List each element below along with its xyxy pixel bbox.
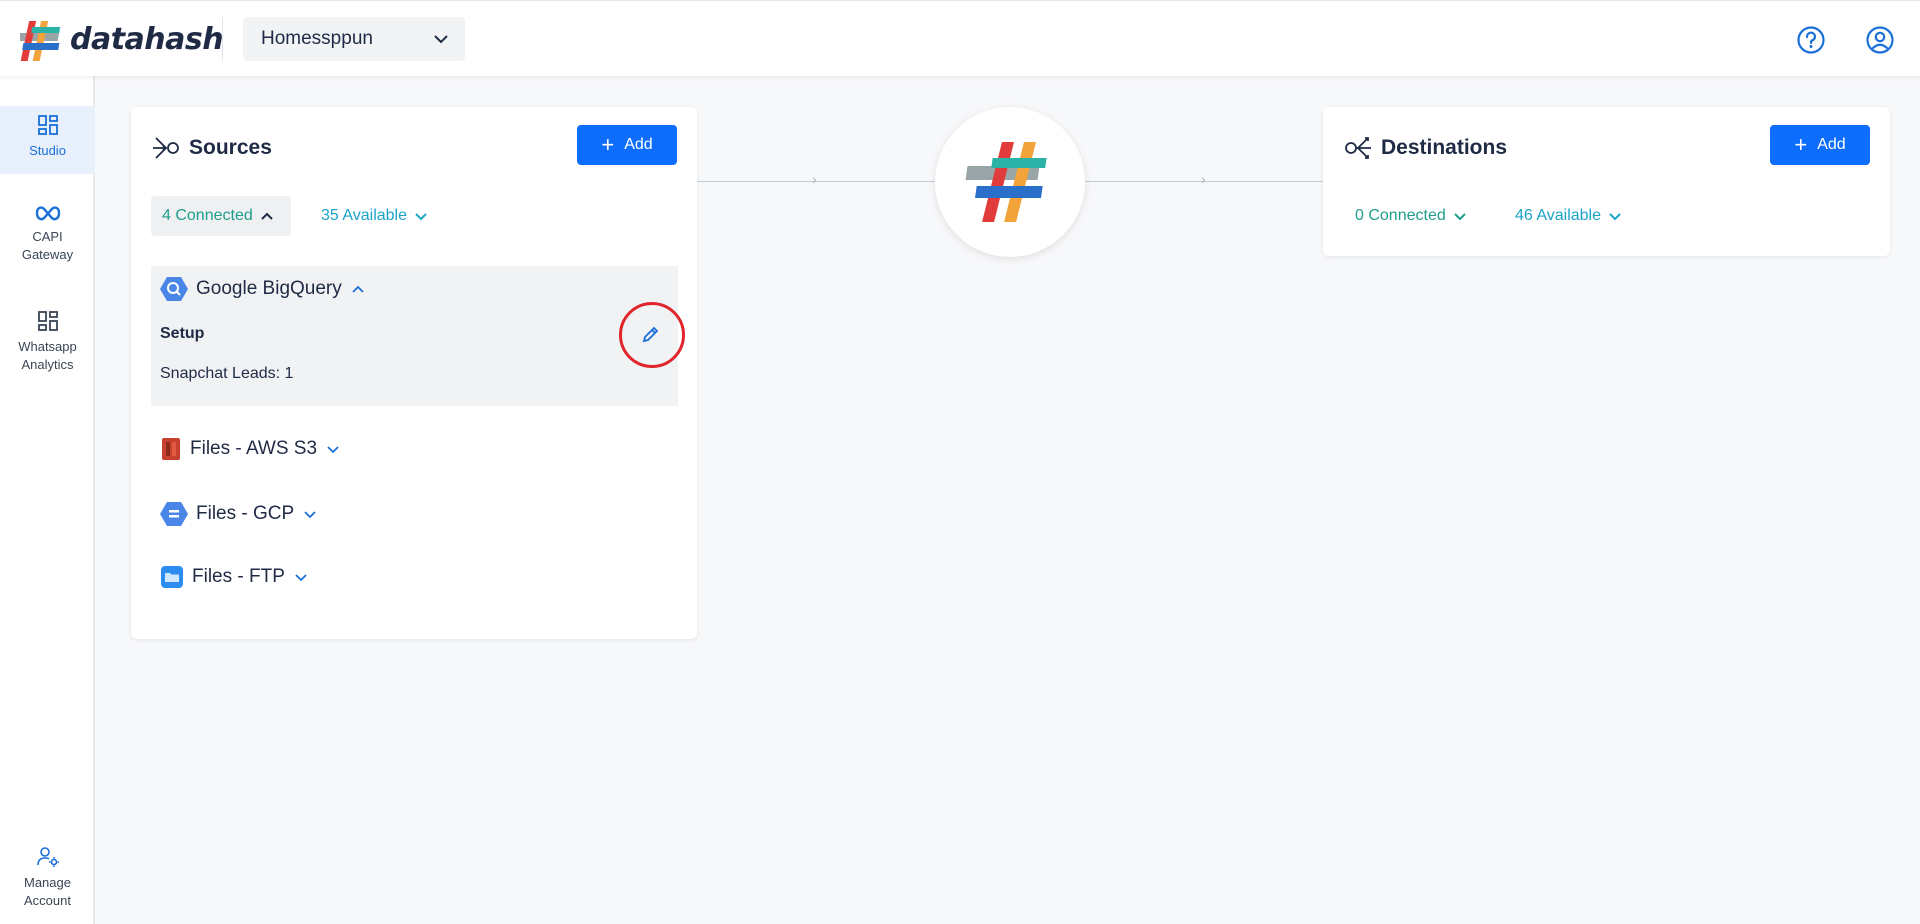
datahash-logo-icon bbox=[20, 21, 61, 61]
sources-header: Sources bbox=[151, 133, 272, 163]
dashboard-grid-icon bbox=[37, 115, 58, 135]
connected-count-label: 4 Connected bbox=[162, 207, 253, 224]
chevron-up-icon bbox=[352, 285, 364, 293]
available-count-label: 35 Available bbox=[321, 207, 407, 224]
available-count-label: 46 Available bbox=[1515, 207, 1601, 224]
setup-label: Setup bbox=[160, 325, 205, 342]
chevron-down-icon bbox=[1609, 213, 1621, 221]
destinations-title: Destinations bbox=[1381, 136, 1508, 159]
sources-merge-icon bbox=[153, 137, 179, 159]
add-destination-button[interactable]: + Add bbox=[1770, 125, 1870, 165]
sources-title: Sources bbox=[189, 136, 272, 159]
sidebar-item-label: CAPI Gateway bbox=[21, 229, 74, 262]
sidebar-item-label: Whatsapp Analytics bbox=[18, 339, 77, 372]
gcp-storage-icon bbox=[160, 502, 188, 526]
setup-detail: Snapchat Leads: 1 bbox=[160, 365, 294, 382]
meta-infinity-icon bbox=[35, 206, 60, 221]
source-item-files-aws-s3[interactable]: Files - AWS S3 bbox=[160, 436, 341, 462]
sources-connected-filter[interactable]: 4 Connected bbox=[151, 196, 291, 236]
chevron-down-icon bbox=[304, 511, 316, 519]
sidebar-item-capi-gateway[interactable]: CAPI Gateway bbox=[0, 204, 95, 264]
folder-icon bbox=[161, 566, 183, 588]
datahash-hash-icon bbox=[965, 142, 1047, 222]
sidebar-item-manage-account[interactable]: Manage Account bbox=[0, 846, 95, 910]
source-item-files-gcp[interactable]: Files - GCP bbox=[160, 500, 318, 528]
sidebar: Studio CAPI Gateway Whatsapp Analytics M… bbox=[0, 76, 95, 924]
header-divider bbox=[222, 17, 223, 61]
user-circle-icon[interactable] bbox=[1865, 25, 1895, 55]
chevron-right-icon: › bbox=[812, 171, 817, 187]
brand-name: datahash bbox=[70, 21, 224, 57]
sidebar-item-whatsapp-analytics[interactable]: Whatsapp Analytics bbox=[0, 310, 95, 374]
top-bar: datahash Homessppun bbox=[0, 0, 1920, 76]
source-item-google-bigquery[interactable]: Google BigQuery bbox=[160, 275, 366, 303]
pencil-icon bbox=[642, 326, 659, 343]
add-destination-label: Add bbox=[1817, 136, 1846, 153]
chevron-down-icon bbox=[415, 213, 427, 221]
workspace-name: Homessppun bbox=[261, 28, 373, 49]
source-name: Files - AWS S3 bbox=[190, 438, 318, 459]
edit-source-button[interactable] bbox=[636, 319, 666, 349]
source-name: Files - GCP bbox=[196, 503, 295, 524]
chevron-down-icon bbox=[327, 446, 339, 454]
source-name: Google BigQuery bbox=[196, 278, 342, 299]
sidebar-item-label: Manage Account bbox=[24, 875, 71, 908]
destinations-connected-filter[interactable]: 0 Connected bbox=[1355, 196, 1468, 236]
sidebar-item-studio[interactable]: Studio bbox=[0, 106, 95, 174]
bigquery-icon bbox=[160, 277, 188, 301]
aws-s3-icon bbox=[162, 438, 180, 460]
chevron-right-icon: › bbox=[1201, 171, 1206, 187]
destinations-available-filter[interactable]: 46 Available bbox=[1515, 196, 1623, 236]
help-circle-icon[interactable] bbox=[1796, 25, 1826, 55]
user-settings-icon bbox=[36, 847, 59, 867]
sources-card: Sources + Add 4 Connected 35 Available G… bbox=[131, 107, 697, 639]
plus-icon: + bbox=[601, 132, 615, 157]
chevron-down-icon bbox=[1454, 213, 1466, 221]
workspace-select[interactable]: Homessppun bbox=[243, 17, 465, 61]
brand-logo[interactable]: datahash bbox=[20, 17, 224, 61]
add-source-button[interactable]: + Add bbox=[577, 125, 677, 165]
destinations-split-icon bbox=[1345, 137, 1371, 159]
source-name: Files - FTP bbox=[192, 566, 285, 587]
chevron-down-icon bbox=[295, 574, 307, 582]
destinations-header: Destinations bbox=[1343, 133, 1507, 163]
connected-count-label: 0 Connected bbox=[1355, 207, 1446, 224]
datahash-hub bbox=[935, 107, 1085, 257]
dashboard-grid-icon bbox=[37, 311, 58, 331]
add-source-label: Add bbox=[624, 136, 653, 153]
sidebar-item-label: Studio bbox=[29, 143, 66, 158]
chevron-up-icon bbox=[261, 212, 273, 220]
source-item-files-ftp[interactable]: Files - FTP bbox=[160, 565, 309, 589]
sources-available-filter[interactable]: 35 Available bbox=[321, 196, 429, 236]
destinations-card: Destinations + Add 0 Connected 46 Availa… bbox=[1323, 107, 1890, 256]
plus-icon: + bbox=[1794, 132, 1808, 157]
chevron-down-icon bbox=[434, 35, 448, 44]
